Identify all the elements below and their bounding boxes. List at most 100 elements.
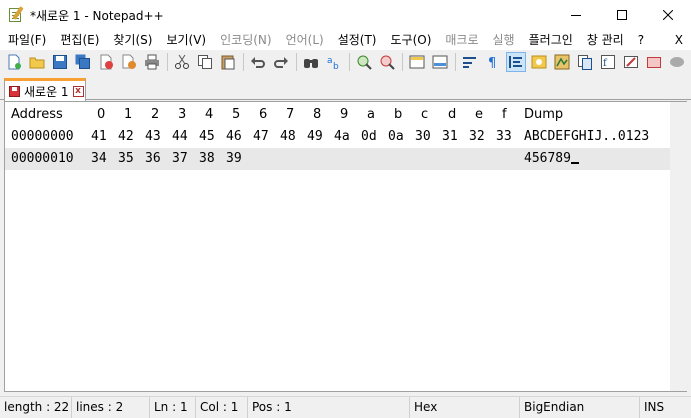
minimize-button[interactable] [553, 0, 599, 30]
hex-byte[interactable]: 49 [307, 126, 323, 148]
user-language-button[interactable] [529, 52, 549, 72]
ascii-dump[interactable]: ABCDEFGHIJ..0123 [524, 126, 649, 148]
sync-vertical-button[interactable] [407, 52, 427, 72]
find-button[interactable] [301, 52, 321, 72]
save-all-button[interactable] [73, 52, 93, 72]
menu-macro[interactable]: 매크로 [438, 30, 485, 50]
word-wrap-button[interactable] [460, 52, 480, 72]
redo-icon [274, 57, 288, 68]
hex-byte[interactable]: 36 [145, 148, 161, 170]
maximize-button[interactable] [599, 0, 645, 30]
document-list-button[interactable] [575, 52, 595, 72]
menu-settings[interactable]: 설정(T) [331, 30, 384, 50]
print-icon [145, 54, 159, 70]
close-file-button[interactable] [96, 52, 116, 72]
menu-tools[interactable]: 도구(O) [384, 30, 439, 50]
paste-button[interactable] [218, 52, 238, 72]
status-endianness: BigEndian [520, 397, 640, 418]
undo-button[interactable] [248, 52, 268, 72]
hex-byte[interactable]: 42 [118, 126, 134, 148]
hex-byte[interactable]: 45 [199, 126, 215, 148]
menu-run[interactable]: 실행 [486, 30, 522, 50]
close-all-button[interactable] [119, 52, 139, 72]
sync-horizontal-button[interactable] [430, 52, 450, 72]
status-length: length : 22 [0, 397, 72, 418]
function-list-button[interactable]: f [598, 52, 618, 72]
hex-byte[interactable]: 43 [145, 126, 161, 148]
menu-view[interactable]: 보기(V) [159, 30, 213, 50]
menu-encoding[interactable]: 인코딩(N) [213, 30, 278, 50]
tab-new-document[interactable]: 새로운 1 x [4, 78, 86, 101]
open-file-button[interactable] [27, 52, 47, 72]
new-file-button[interactable] [4, 52, 24, 72]
column-header: 2 [151, 107, 160, 122]
hex-data-row[interactable]: 00000000 41 42 43 44 45 46 47 48 49 4a 0… [5, 126, 686, 148]
close-document-menu-button[interactable]: X [675, 30, 683, 50]
menu-edit[interactable]: 편집(E) [53, 30, 106, 50]
zoom-in-button[interactable] [354, 52, 374, 72]
print-button[interactable] [142, 52, 162, 72]
hex-byte[interactable]: 39 [226, 148, 242, 170]
status-insert-mode: INS [644, 400, 665, 414]
record-macro-icon [670, 57, 684, 67]
paste-icon [221, 55, 235, 70]
redo-button[interactable] [271, 52, 291, 72]
cut-button[interactable] [172, 52, 192, 72]
hex-byte[interactable]: 0a [388, 126, 404, 148]
record-macro-button[interactable] [667, 52, 687, 72]
new-file-icon [8, 54, 21, 70]
column-header: 7 [286, 107, 295, 122]
column-header: 8 [313, 107, 322, 122]
row-address: 00000000 [11, 129, 74, 144]
hex-data-row-selected[interactable]: 00000010 34 35 36 37 38 39 456789 [5, 148, 671, 170]
status-lines: lines : 2 [72, 397, 150, 418]
save-button[interactable] [50, 52, 70, 72]
ascii-dump[interactable]: 456789 [524, 151, 571, 166]
menu-window[interactable]: 창 관리 [580, 30, 631, 50]
menu-search[interactable]: 찾기(S) [106, 30, 159, 50]
hex-byte[interactable]: 33 [496, 126, 512, 148]
hex-byte[interactable]: 35 [118, 148, 134, 170]
vertical-scrollbar[interactable] [670, 102, 687, 391]
status-column: Col : 1 [196, 397, 248, 418]
column-header: 9 [340, 107, 349, 122]
hex-byte[interactable]: 0d [361, 126, 377, 148]
menu-plugins[interactable]: 플러그인 [522, 30, 580, 50]
open-folder-icon [29, 57, 45, 69]
copy-button[interactable] [195, 52, 215, 72]
column-header: 1 [124, 107, 133, 122]
hex-byte[interactable]: 41 [91, 126, 107, 148]
maximize-icon [617, 10, 627, 20]
hex-byte[interactable]: 38 [199, 148, 215, 170]
hex-byte[interactable]: 46 [226, 126, 242, 148]
hex-byte[interactable]: 37 [172, 148, 188, 170]
hex-byte[interactable]: 34 [91, 148, 107, 170]
column-header: 3 [178, 107, 187, 122]
menu-language[interactable]: 언어(L) [279, 30, 331, 50]
toolbar-separator [455, 53, 456, 71]
tab-close-button[interactable]: x [72, 85, 84, 97]
replace-button[interactable]: ab [324, 52, 344, 72]
hex-byte[interactable]: 47 [253, 126, 269, 148]
menu-help[interactable]: ? [631, 30, 651, 50]
hex-byte[interactable]: 4a [334, 126, 350, 148]
monitoring-button[interactable] [644, 52, 664, 72]
close-window-button[interactable] [645, 0, 691, 30]
pilcrow-icon: ¶ [488, 56, 496, 70]
folder-workspace-button[interactable] [621, 52, 641, 72]
document-map-icon [554, 54, 570, 70]
hex-byte[interactable]: 30 [415, 126, 431, 148]
zoom-out-button[interactable] [377, 52, 397, 72]
menu-file[interactable]: 파일(F) [0, 30, 53, 50]
hex-byte[interactable]: 44 [172, 126, 188, 148]
ascii-dump-cell[interactable]: 456789 [524, 148, 579, 170]
hex-byte[interactable]: 32 [469, 126, 485, 148]
hex-byte[interactable]: 31 [442, 126, 458, 148]
close-icon [663, 10, 673, 20]
hex-editor[interactable]: Address 0 1 2 3 4 5 6 7 8 9 a b c d e f … [4, 101, 687, 392]
indent-guide-button[interactable] [506, 52, 526, 72]
save-all-icon [75, 54, 90, 69]
show-all-chars-button[interactable]: ¶ [483, 52, 503, 72]
document-map-button[interactable] [552, 52, 572, 72]
hex-byte[interactable]: 48 [280, 126, 296, 148]
